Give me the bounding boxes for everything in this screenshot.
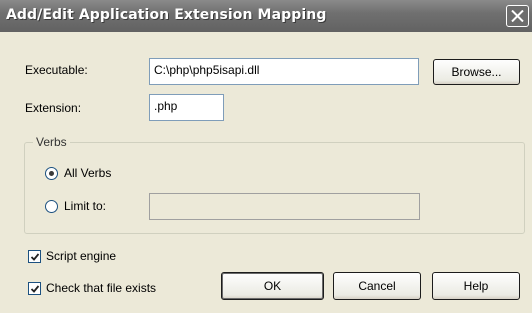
radio-selected-dot [49,171,54,176]
check-file-exists-checkbox[interactable] [28,282,41,295]
limit-to-radio[interactable] [45,200,58,213]
dialog-window: Add/Edit Application Extension Mapping E… [0,0,532,313]
check-file-exists-label[interactable]: Check that file exists [46,281,156,295]
script-engine-label[interactable]: Script engine [46,249,116,263]
checkmark-icon [30,285,40,293]
verbs-group [24,142,525,234]
limit-to-label[interactable]: Limit to: [64,199,106,213]
close-button[interactable] [506,5,529,27]
window-title: Add/Edit Application Extension Mapping [6,7,327,23]
limit-to-input[interactable] [149,193,420,220]
all-verbs-label[interactable]: All Verbs [64,166,111,180]
browse-button[interactable]: Browse... [433,59,520,85]
cancel-button[interactable]: Cancel [333,272,421,300]
ok-button[interactable]: OK [221,272,324,300]
checkmark-icon [30,253,40,261]
verbs-group-label: Verbs [33,135,70,149]
help-button[interactable]: Help [432,272,520,300]
executable-label: Executable: [25,63,88,77]
executable-input[interactable]: C:\php\php5isapi.dll [149,58,419,85]
title-bar[interactable]: Add/Edit Application Extension Mapping [0,0,532,32]
extension-label: Extension: [25,101,82,115]
script-engine-checkbox[interactable] [28,250,41,263]
extension-input[interactable]: .php [149,94,224,121]
close-icon [511,10,524,22]
all-verbs-radio[interactable] [45,167,58,180]
